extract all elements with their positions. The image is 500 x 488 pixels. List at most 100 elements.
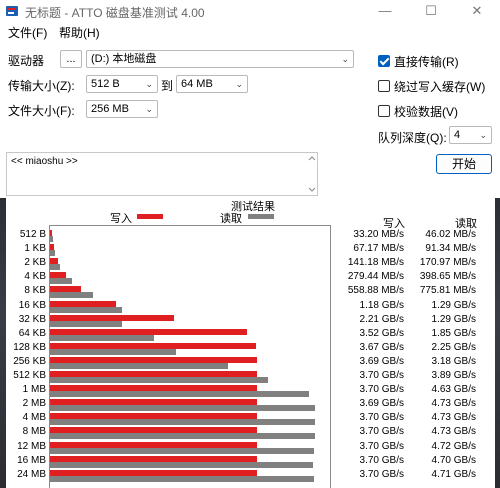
transfer-from-value: 512 B (91, 78, 120, 90)
write-value-label: 558.88 MB/s (347, 285, 404, 297)
menu-help[interactable]: 帮助(H) (59, 24, 100, 41)
menu-file[interactable]: 文件(F) (8, 24, 47, 41)
read-bar (50, 278, 73, 285)
read-value-label: 4.73 GB/s (431, 412, 476, 424)
read-bar (50, 250, 56, 257)
tick-label: 1 KB (24, 243, 46, 255)
queue-depth-label: 队列深度(Q): (378, 131, 447, 145)
read-value-label: 3.18 GB/s (431, 355, 476, 367)
browse-button[interactable]: ... (60, 50, 82, 68)
read-value-label: 1.29 GB/s (431, 313, 476, 325)
queue-depth-select[interactable]: 4 ⌄ (449, 126, 492, 144)
read-value-label: 4.70 GB/s (431, 454, 476, 466)
read-value-label: 4.73 GB/s (431, 398, 476, 410)
read-bar (50, 405, 315, 412)
read-bar (50, 433, 315, 440)
queue-depth-value: 4 (454, 129, 461, 141)
read-bar (50, 362, 229, 369)
write-value-label: 3.69 GB/s (359, 398, 404, 410)
transfer-to-select[interactable]: 64 MB ⌄ (176, 75, 248, 93)
legend-write-label: 写入 (110, 213, 132, 225)
tick-label: 512 KB (13, 370, 46, 381)
transfer-from-select[interactable]: 512 B ⌄ (86, 75, 158, 93)
read-bar (50, 447, 315, 454)
read-value-label: 1.85 GB/s (431, 327, 476, 339)
read-value-label: 4.71 GB/s (431, 468, 476, 480)
tick-label: 8 KB (24, 285, 46, 297)
read-value-label: 398.65 MB/s (419, 271, 476, 283)
file-size-value: 256 MB (91, 103, 129, 115)
read-bar (50, 348, 176, 355)
write-value-label: 1.18 GB/s (359, 299, 404, 311)
to-label: 到 (161, 79, 174, 93)
minimize-button[interactable]: — (362, 0, 408, 22)
read-value-label: 775.81 MB/s (419, 285, 476, 297)
write-value-label: 3.70 GB/s (359, 370, 404, 381)
write-value-label: 3.67 GB/s (359, 341, 404, 353)
chevron-down-icon: ⌄ (145, 79, 153, 89)
menu-bar: 文件(F) 帮助(H) (0, 22, 500, 41)
description-textarea[interactable]: << miaoshu >> (6, 152, 318, 196)
legend-read-swatch (248, 214, 274, 219)
tick-label: 24 MB (17, 468, 46, 480)
transfer-size-label: 传输大小(Z): (8, 79, 75, 93)
read-bar (50, 377, 268, 383)
tick-label: 1 MB (22, 384, 46, 396)
verify-data-checkbox[interactable] (378, 105, 390, 117)
read-bar (50, 264, 60, 271)
start-button[interactable]: 开始 (436, 154, 492, 174)
write-value-label: 3.70 GB/s (359, 454, 404, 466)
tick-label: 64 KB (18, 327, 46, 339)
transfer-to-value: 64 MB (181, 78, 213, 90)
file-size-label: 文件大小(F): (8, 104, 75, 118)
tick-label: 32 KB (18, 313, 46, 325)
close-button[interactable]: ✕ (454, 0, 500, 22)
legend-write-swatch (137, 214, 163, 219)
tick-label: 2 MB (22, 398, 46, 410)
drive-select-value: (D:) 本地磁盘 (91, 53, 157, 65)
drive-select[interactable]: (D:) 本地磁盘 ⌄ (86, 50, 354, 68)
tick-label: 2 KB (24, 257, 46, 269)
maximize-button[interactable]: ☐ (408, 0, 454, 22)
write-value-label: 3.70 GB/s (359, 468, 404, 480)
tick-label: 12 MB (17, 440, 46, 452)
read-bar (50, 334, 154, 341)
tick-label: 4 KB (24, 271, 46, 283)
chevron-down-icon: ⌄ (235, 79, 243, 89)
tick-label: 16 MB (17, 454, 46, 466)
read-value-label: 3.89 GB/s (431, 370, 476, 381)
legend-read-label: 读取 (220, 213, 242, 225)
app-icon (6, 6, 18, 16)
write-value-label: 3.69 GB/s (359, 355, 404, 367)
read-bar (50, 306, 123, 313)
write-value-label: 3.70 GB/s (359, 384, 404, 396)
bypass-cache-checkbox[interactable] (378, 80, 390, 92)
write-value-label: 279.44 MB/s (347, 271, 404, 283)
read-bar (50, 461, 314, 468)
file-size-select[interactable]: 256 MB ⌄ (86, 100, 158, 118)
tick-label: 8 MB (22, 426, 46, 438)
chevron-down-icon: ⌄ (341, 54, 349, 64)
read-value-label: 1.29 GB/s (431, 299, 476, 311)
tick-label: 4 MB (22, 412, 46, 424)
write-value-label: 67.17 MB/s (353, 243, 404, 255)
scrollbar[interactable] (308, 155, 316, 193)
read-bar (50, 475, 314, 482)
read-value-label: 91.34 MB/s (425, 243, 476, 255)
write-value-label: 33.20 MB/s (353, 229, 404, 240)
read-value-label: 4.73 GB/s (431, 426, 476, 438)
read-bar (50, 391, 310, 398)
read-value-label: 4.63 GB/s (431, 384, 476, 396)
direct-io-checkbox[interactable] (378, 55, 390, 67)
read-bar (50, 419, 315, 426)
tick-label: 16 KB (18, 299, 46, 311)
write-value-label: 2.21 GB/s (359, 313, 404, 325)
write-value-label: 3.70 GB/s (359, 412, 404, 424)
write-value-label: 3.70 GB/s (359, 440, 404, 452)
drive-label: 驱动器 (8, 54, 45, 68)
read-bar (50, 292, 94, 299)
tick-label: 512 B (19, 229, 46, 240)
read-value-label: 4.72 GB/s (431, 440, 476, 452)
write-value-label: 141.18 MB/s (347, 257, 404, 269)
write-value-label: 3.52 GB/s (359, 327, 404, 339)
